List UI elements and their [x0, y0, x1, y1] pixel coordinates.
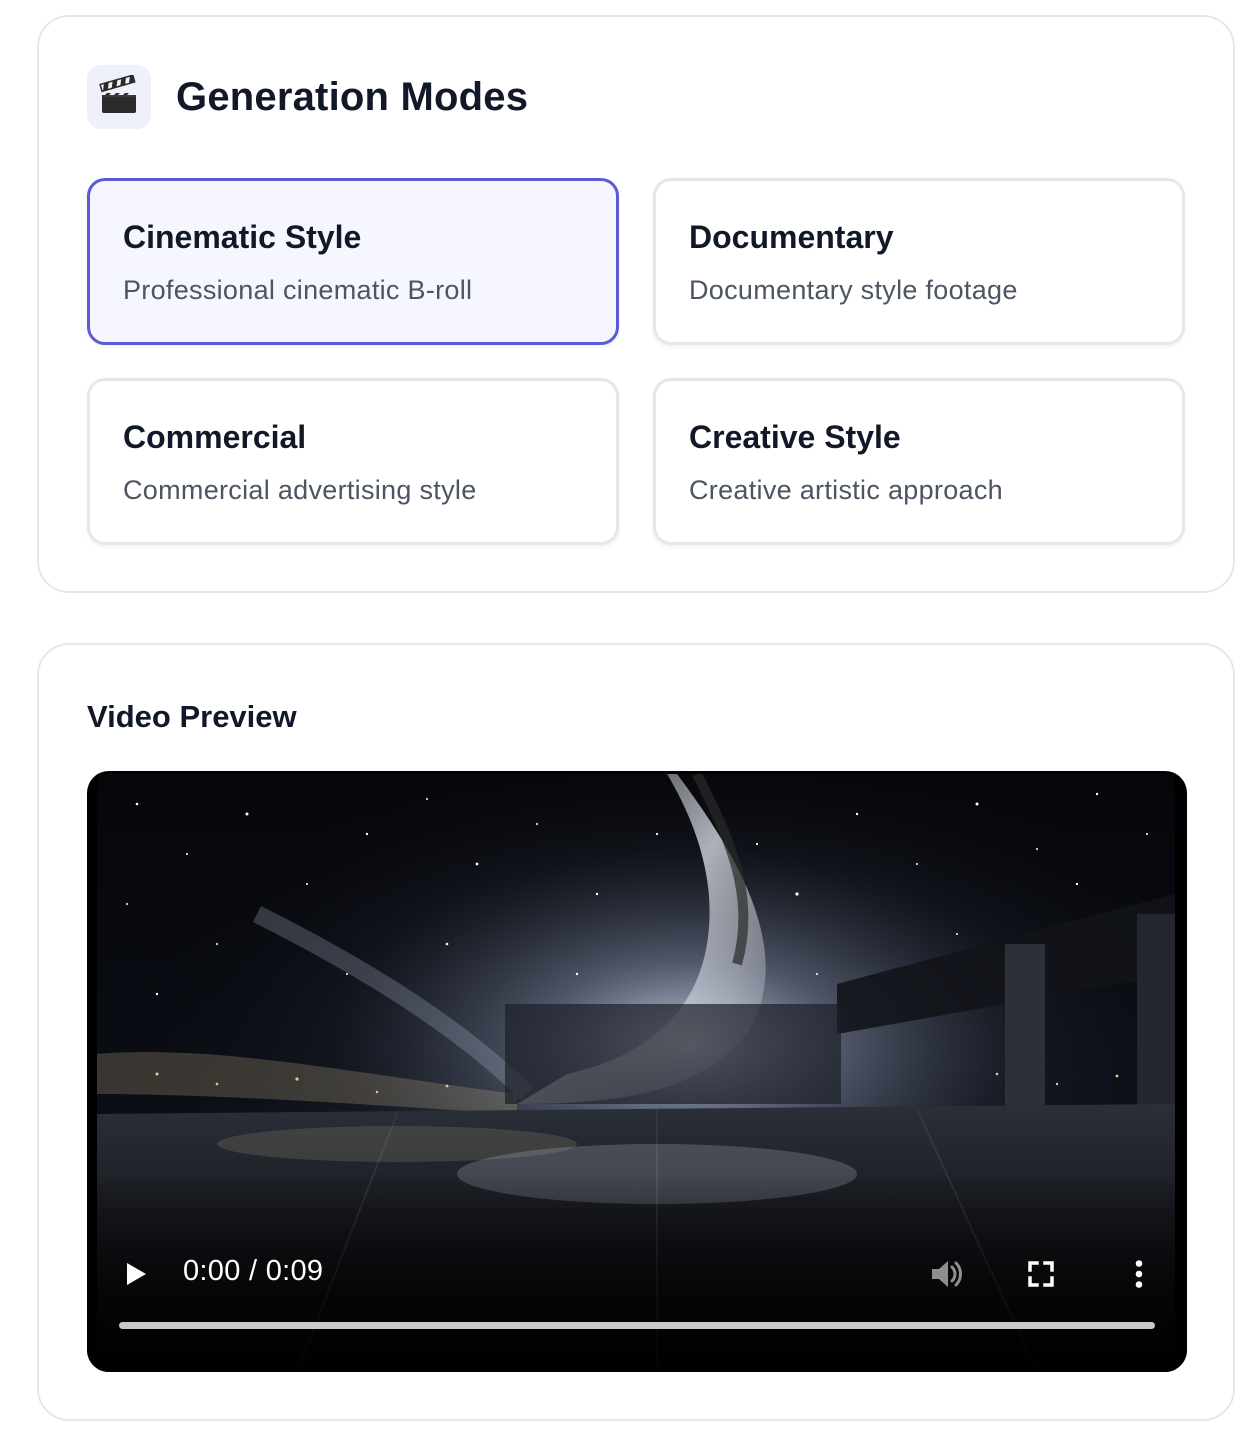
mode-option-commercial[interactable]: Commercial Commercial advertising style	[87, 378, 619, 545]
more-options-icon[interactable]	[1125, 1257, 1153, 1291]
mode-option-documentary[interactable]: Documentary Documentary style footage	[653, 178, 1185, 345]
generation-modes-title: Generation Modes	[176, 74, 529, 119]
mode-option-cinematic-style[interactable]: Cinematic Style Professional cinematic B…	[87, 178, 619, 345]
mode-option-description: Documentary style footage	[689, 275, 1018, 305]
clapperboard-icon	[87, 65, 151, 129]
mode-option-title: Creative Style	[689, 419, 901, 455]
video-time-display: 0:00 / 0:09	[183, 1255, 324, 1287]
video-player[interactable]: 0:00 / 0:09	[87, 771, 1187, 1372]
mode-option-creative-style[interactable]: Creative Style Creative artistic approac…	[653, 378, 1185, 545]
mode-option-title: Cinematic Style	[123, 219, 362, 255]
video-preview-card: Video Preview 0:00 / 0:09	[37, 643, 1235, 1421]
fullscreen-icon[interactable]	[1026, 1259, 1056, 1289]
video-progress-bar[interactable]	[119, 1322, 1155, 1329]
play-icon[interactable]	[121, 1259, 151, 1289]
volume-icon[interactable]	[929, 1257, 965, 1291]
generation-modes-card: Generation Modes Cinematic Style Profess…	[37, 15, 1235, 593]
mode-option-description: Creative artistic approach	[689, 475, 1003, 505]
mode-option-description: Commercial advertising style	[123, 475, 477, 505]
mode-option-description: Professional cinematic B-roll	[123, 275, 473, 305]
mode-option-title: Documentary	[689, 219, 894, 255]
mode-option-title: Commercial	[123, 419, 307, 455]
generation-modes-header: Generation Modes	[87, 65, 528, 129]
video-preview-title: Video Preview	[87, 699, 297, 734]
